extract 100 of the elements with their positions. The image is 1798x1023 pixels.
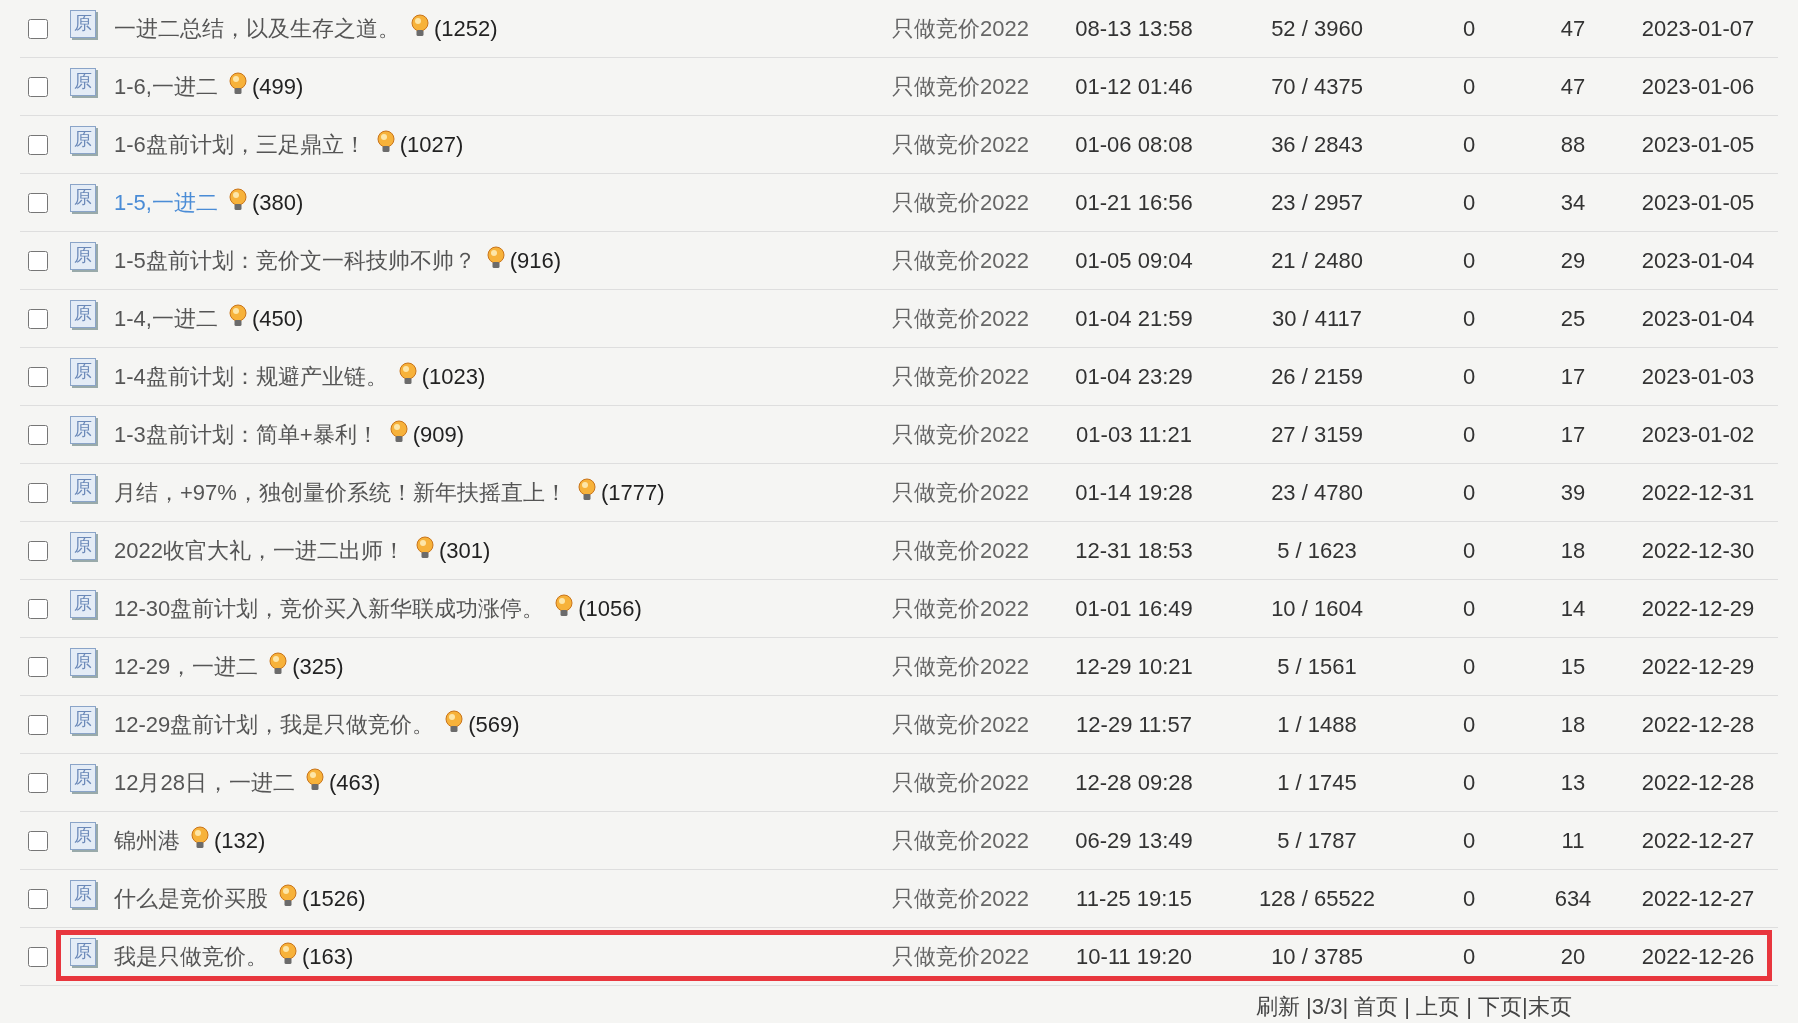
table-cell-text: 0 [1461,653,1477,680]
topic-title-link[interactable]: 1-5盘前计划：竞价文一科技帅不帅？ [114,245,476,276]
row-checkbox[interactable] [28,424,48,445]
row-checkbox[interactable] [28,946,48,967]
row-checkbox[interactable] [28,482,48,503]
author-name[interactable]: 只做竞价2022 [892,419,1044,450]
table-cell-text: 47 [1559,73,1587,100]
original-badge: 原 [70,9,96,38]
last-reply-time: 12-29 11:57 [1075,711,1193,738]
topic-title-link[interactable]: 12-29盘前计划，我是只做竞价。 [114,709,435,740]
table-cell-text: 13 [1559,769,1587,796]
topic-title-link[interactable]: 1-5,一进二 [114,187,218,218]
topic-title-link[interactable]: 一进二总结，以及生存之道。 [114,13,400,44]
original-badge: 原 [70,647,96,676]
table-cell-text: 634 [1553,885,1593,912]
light-bulb-icon [375,129,396,154]
last-reply-time: 01-04 21:59 [1074,305,1194,332]
click-count: (325) [292,653,344,680]
click-count: (1252) [434,15,498,42]
author-name[interactable]: 只做竞价2022 [892,709,1044,740]
row-checkbox[interactable] [28,308,48,329]
row-checkbox[interactable] [28,18,48,39]
row-checkbox[interactable] [28,366,48,387]
original-badge: 原 [70,473,96,502]
author-name[interactable]: 只做竞价2022 [892,13,1044,44]
row-checkbox[interactable] [28,888,48,909]
table-cell-text: 25 [1559,305,1587,332]
replies-views: 10 / 1604 [1270,595,1364,622]
topic-title-link[interactable]: 2022收官大礼，一进二出师！ [114,535,405,566]
last-reply-time: 12-31 18:53 [1074,537,1194,564]
row-checkbox[interactable] [28,134,48,155]
click-count: (569) [468,711,520,738]
topic-title-link[interactable]: 12-29，一进二 [114,651,259,682]
topic-title-link[interactable]: 1-4,一进二 [114,303,218,334]
row-checkbox[interactable] [28,540,48,561]
topic-title-link[interactable]: 1-6,一进二 [114,71,218,102]
post-date: 2023-01-03 [1640,363,1756,390]
author-name[interactable]: 只做竞价2022 [892,245,1044,276]
author-name[interactable]: 只做竞价2022 [892,71,1044,102]
table-cell-text: 39 [1559,479,1587,506]
last-reply-time: 01-06 08:08 [1074,131,1194,158]
author-name[interactable]: 只做竞价2022 [892,303,1044,334]
last-reply-time: 01-12 01:46 [1074,73,1194,100]
light-bulb-icon [397,361,418,386]
author-name[interactable]: 只做竞价2022 [892,767,1044,798]
original-badge: 原 [70,241,96,270]
original-badge: 原 [70,531,96,560]
topic-title-link[interactable]: 12月28日，一进二 [114,767,295,798]
replies-views: 26 / 2159 [1270,363,1364,390]
original-badge: 原 [70,937,96,966]
row-checkbox[interactable] [28,772,48,793]
row-checkbox[interactable] [28,830,48,851]
table-cell-text: 0 [1461,885,1477,912]
last-reply-time: 11-25 19:15 [1075,885,1193,912]
author-name[interactable]: 只做竞价2022 [892,883,1044,914]
topic-title-link[interactable]: 我是只做竞价。 [114,941,268,972]
row-checkbox[interactable] [28,598,48,619]
author-name[interactable]: 只做竞价2022 [892,651,1044,682]
table-cell-text: 20 [1559,943,1587,970]
topic-title-link[interactable]: 1-3盘前计划：简单+暴利！ [114,419,379,450]
last-reply-time: 12-29 10:21 [1074,653,1194,680]
light-bulb-icon [485,245,506,270]
original-badge: 原 [70,705,96,734]
topic-title-link[interactable]: 锦州港 [114,825,180,856]
row-checkbox[interactable] [28,192,48,213]
author-name[interactable]: 只做竞价2022 [892,187,1044,218]
author-name[interactable]: 只做竞价2022 [892,593,1044,624]
post-date: 2022-12-28 [1640,711,1756,738]
click-count: (450) [251,305,304,332]
replies-views: 1 / 1488 [1276,711,1358,738]
post-date: 2023-01-02 [1640,421,1756,448]
replies-views: 23 / 2957 [1270,189,1364,216]
author-name[interactable]: 只做竞价2022 [892,941,1044,972]
row-checkbox[interactable] [28,714,48,735]
topic-title-link[interactable]: 月结，+97%，独创量价系统！新年扶摇直上！ [114,477,567,508]
light-bulb-icon [410,13,430,38]
row-checkbox[interactable] [28,656,48,677]
topic-title-link[interactable]: 1-4盘前计划：规避产业链。 [114,361,388,392]
author-name[interactable]: 只做竞价2022 [892,535,1044,566]
click-count: (1023) [421,363,486,390]
post-date: 2023-01-04 [1640,305,1756,332]
table-cell-text: 0 [1461,247,1477,274]
original-badge: 原 [70,183,96,212]
topic-title-link[interactable]: 什么是竞价买股 [114,883,268,914]
click-count: (163) [302,943,354,970]
table-cell-text: 18 [1559,711,1587,738]
topic-title-link[interactable]: 1-6盘前计划，三足鼎立！ [114,129,366,160]
row-checkbox[interactable] [28,76,48,97]
last-reply-time: 01-14 19:28 [1074,479,1194,506]
table-cell-text: 0 [1461,479,1477,506]
click-count: (916) [509,247,562,274]
replies-views: 5 / 1623 [1276,537,1358,564]
author-name[interactable]: 只做竞价2022 [892,825,1044,856]
row-checkbox[interactable] [28,250,48,271]
topic-title-link[interactable]: 12-30盘前计划，竞价买入新华联成功涨停。 [114,593,545,624]
pagination-links[interactable]: 刷新 |3/3| 首页 | 上页 | 下页|末页 [1256,992,1572,1022]
author-name[interactable]: 只做竞价2022 [892,361,1044,392]
author-name[interactable]: 只做竞价2022 [892,477,1044,508]
author-name[interactable]: 只做竞价2022 [892,129,1044,160]
original-badge: 原 [70,357,96,386]
